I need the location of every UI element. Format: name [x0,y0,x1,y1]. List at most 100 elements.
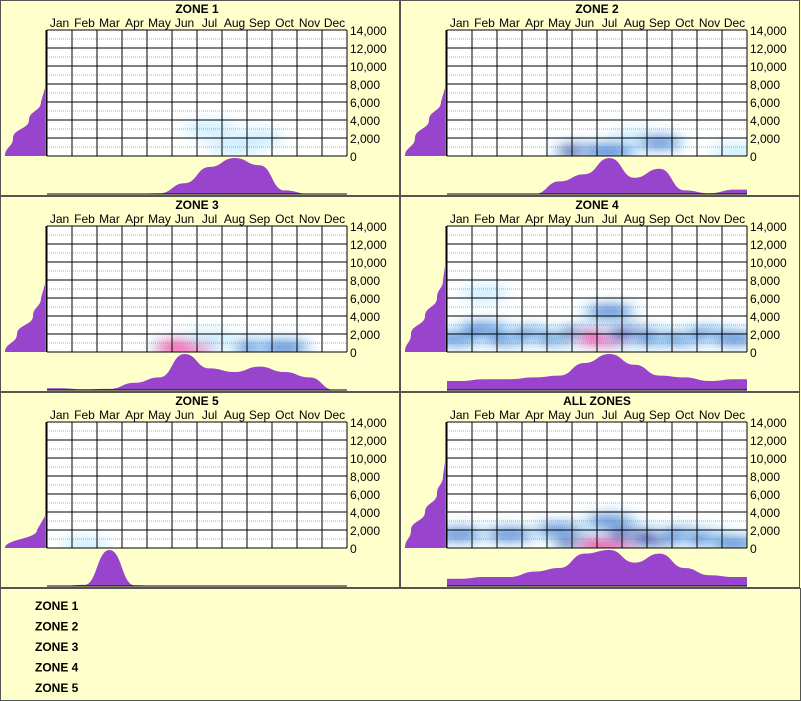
y-tick-label: 4,000 [750,506,780,520]
y-tick-label: 4,000 [350,114,380,128]
month-tick-label: May [548,212,571,226]
y-tick-label: 2,000 [750,328,780,342]
heatmap-plot [446,421,748,549]
panel-title: ZONE 3 [175,198,219,212]
month-tick-label: Nov [299,16,320,30]
month-tick-label: Aug [624,408,645,422]
heatmap-plot [46,421,348,549]
month-tick-label: Sep [649,212,671,226]
month-tick-label: May [548,408,571,422]
heatmap-plot [46,29,348,157]
month-tick-label: Jun [575,212,594,226]
month-tick-label: Dec [724,408,745,422]
month-tick-label: Nov [699,212,720,226]
y-tick-label: 2,000 [350,132,380,146]
y-tick-label: 6,000 [350,292,380,306]
zone-panel: ZONE 5 Jan Feb Mar Apr May Jun Jul Aug Sep Oct Nov D… [0,392,400,588]
month-tick-label: Dec [724,212,745,226]
y-tick-label: 12,000 [350,434,387,448]
month-tick-label: Mar [499,16,520,30]
panel-title: ALL ZONES [563,394,631,408]
y-tick-label: 4,000 [350,506,380,520]
month-tick-label: Mar [499,408,520,422]
month-tick-label: Aug [224,16,245,30]
y-tick-label: 12,000 [350,238,387,252]
legend-frame [0,588,801,701]
y-tick-label: 4,000 [350,310,380,324]
y-tick-label: 14,000 [750,416,787,430]
y-tick-label: 14,000 [350,24,387,38]
y-tick-label: 8,000 [350,274,380,288]
y-tick-label: 6,000 [350,96,380,110]
y-tick-label: 10,000 [350,60,387,74]
month-tick-label: Dec [324,408,345,422]
zone-legend-label: ZONE 2 [35,620,79,634]
y-tick-label: 14,000 [350,220,387,234]
month-tick-label: Apr [525,212,544,226]
month-tick-label: Aug [224,212,245,226]
month-tick-label: Nov [699,16,720,30]
month-tick-label: Aug [224,408,245,422]
y-tick-label: 10,000 [750,452,787,466]
month-tick-label: Jan [450,408,469,422]
y-tick-label: 0 [750,542,757,556]
month-tick-label: Dec [324,16,345,30]
heat-cell [638,136,681,149]
y-tick-label: 2,000 [750,524,780,538]
month-tick-label: Jun [175,212,194,226]
zone-panel: ZONE 2 Jan Feb Mar Apr May Jun Jul Aug Sep Oct Nov D… [400,0,800,196]
month-tick-label: Aug [624,212,645,226]
month-tick-label: Jul [202,408,217,422]
month-tick-label: Jul [602,212,617,226]
month-tick-label: Apr [525,408,544,422]
y-tick-label: 8,000 [350,78,380,92]
panel-title: ZONE 5 [175,394,219,408]
month-tick-label: May [148,212,171,226]
month-tick-label: Aug [624,16,645,30]
y-tick-label: 2,000 [350,524,380,538]
month-tick-label: Jun [575,16,594,30]
y-tick-label: 6,000 [350,488,380,502]
y-tick-label: 12,000 [750,238,787,252]
month-tick-label: Oct [675,16,694,30]
y-tick-label: 10,000 [350,256,387,270]
zone-legend-label: ZONE 5 [35,681,79,695]
y-tick-label: 8,000 [750,78,780,92]
month-tick-label: Dec [724,16,745,30]
y-tick-label: 12,000 [750,42,787,56]
panels: ZONE 1 Jan Feb Mar Apr May Jun Jul Aug Sep Oct Nov D… [0,0,800,588]
month-tick-label: Nov [699,408,720,422]
zone-panel: ZONE 4 Jan Feb Mar Apr May Jun Jul Aug Sep Oct Nov D… [400,196,800,392]
y-tick-label: 4,000 [750,310,780,324]
y-tick-label: 8,000 [750,470,780,484]
month-tick-label: Jan [50,16,69,30]
y-tick-label: 2,000 [750,132,780,146]
zone-legend: ZONE 1 ZONE 2 ZONE 3 ZONE 4 ZONE 5 [0,588,801,701]
month-tick-label: Jan [450,16,469,30]
month-tick-label: Mar [99,16,120,30]
y-tick-label: 12,000 [350,42,387,56]
month-tick-label: Oct [275,212,294,226]
y-tick-label: 10,000 [350,452,387,466]
month-tick-label: Jan [50,408,69,422]
month-tick-label: Apr [125,212,144,226]
zone-panel: ZONE 1 Jan Feb Mar Apr May Jun Jul Aug Sep Oct Nov D… [0,0,400,196]
zone-legend-label: ZONE 4 [35,661,79,675]
zone-panel: ALL ZONES Jan Feb Mar Apr May Jun Jul Aug Sep Oct N… [400,392,800,588]
y-tick-label: 0 [350,346,357,360]
y-tick-label: 6,000 [750,292,780,306]
y-tick-label: 0 [350,150,357,164]
month-tick-label: Mar [99,408,120,422]
month-tick-label: Jul [202,16,217,30]
month-tick-label: May [148,16,171,30]
month-tick-label: Jun [175,16,194,30]
month-tick-label: Mar [499,212,520,226]
heat-cell [190,333,229,344]
y-tick-label: 14,000 [350,416,387,430]
month-tick-label: May [148,408,171,422]
month-tick-label: Feb [474,16,495,30]
month-tick-label: Jul [602,16,617,30]
month-tick-label: Mar [99,212,120,226]
month-tick-label: Jun [575,408,594,422]
panel-title: ZONE 4 [575,198,619,212]
